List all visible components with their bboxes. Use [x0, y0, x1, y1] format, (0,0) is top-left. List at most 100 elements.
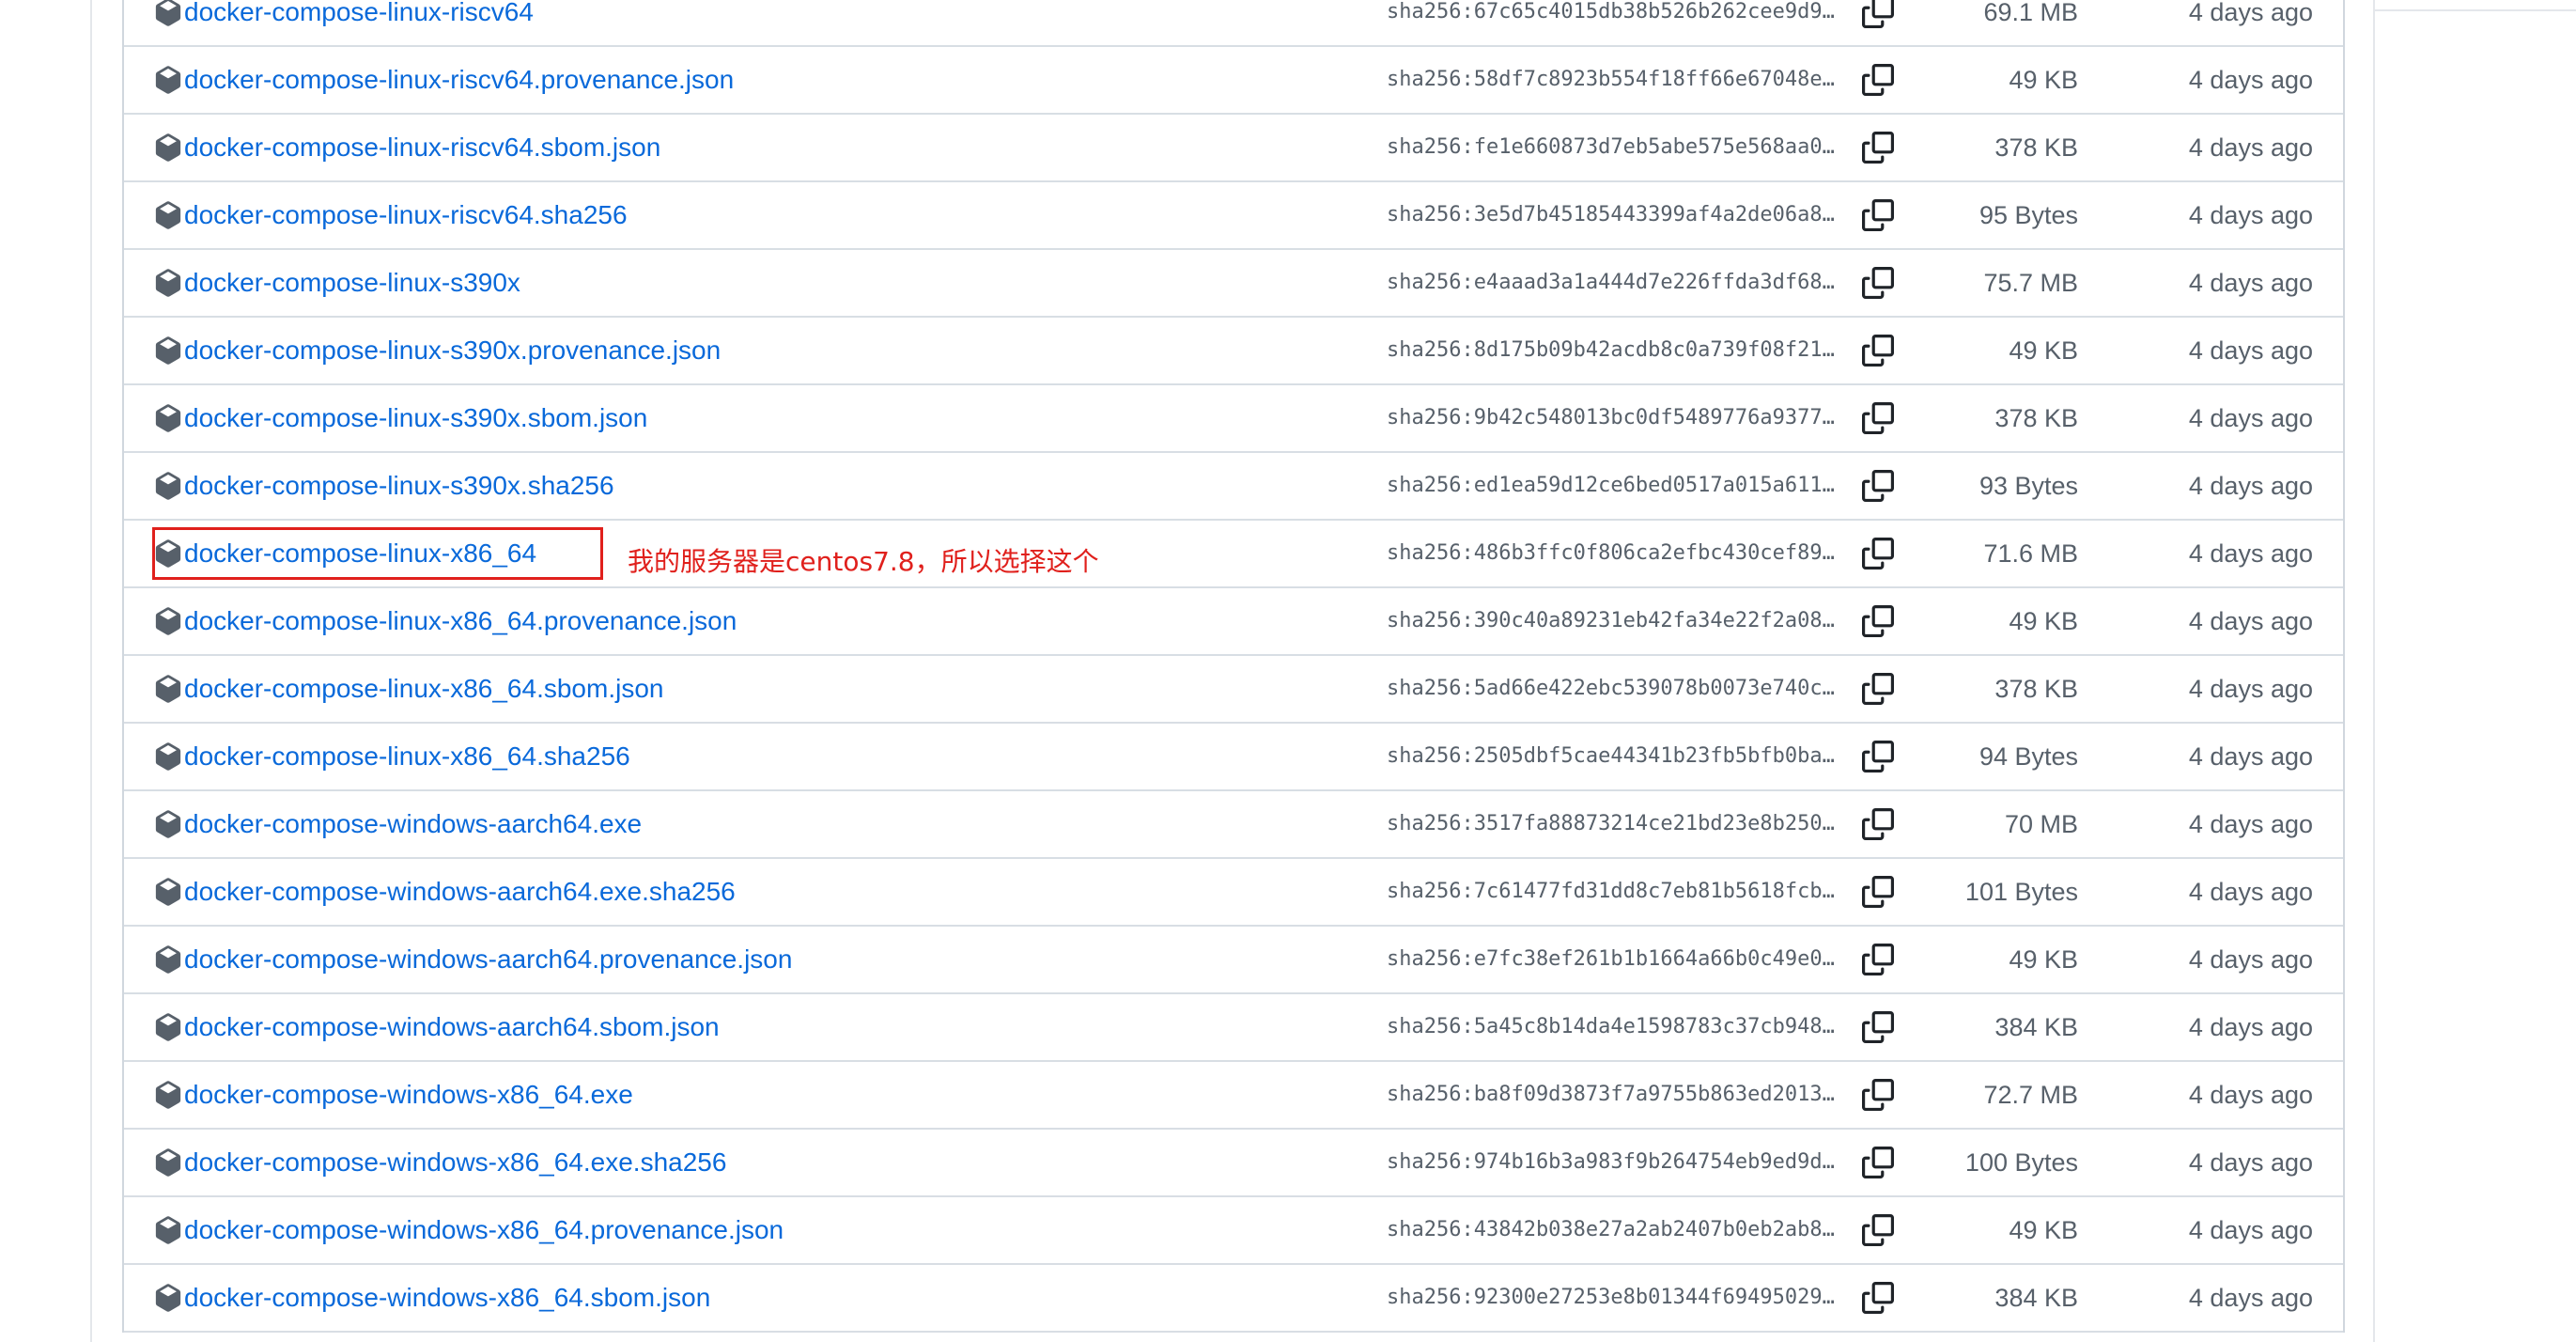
asset-digest: sha256:9b42c548013bc0df5489776a9377f... [1387, 406, 1847, 429]
copy-digest-button[interactable] [1862, 267, 1894, 299]
asset-row: docker-compose-windows-aarch64.exe.sha25… [124, 859, 2343, 927]
asset-date: 4 days ago [2188, 201, 2313, 229]
package-icon [155, 607, 181, 635]
copy-digest-button[interactable] [1862, 1214, 1894, 1246]
asset-link[interactable]: docker-compose-linux-riscv64.sha256 [154, 182, 628, 248]
asset-link[interactable]: docker-compose-linux-s390x.sbom.json [154, 385, 647, 451]
copy-digest-button[interactable] [1862, 64, 1894, 96]
copy-digest-button[interactable] [1862, 741, 1894, 772]
copy-digest-button[interactable] [1862, 470, 1894, 502]
copy-icon [1862, 673, 1894, 705]
asset-link[interactable]: docker-compose-linux-riscv64.sbom.json [154, 115, 660, 180]
copy-digest-button[interactable] [1862, 1147, 1894, 1178]
asset-link[interactable]: docker-compose-linux-s390x.provenance.js… [154, 318, 721, 383]
asset-link[interactable]: docker-compose-linux-x86_64 [154, 521, 536, 586]
asset-row: docker-compose-windows-x86_64.exe.sha256… [124, 1130, 2343, 1197]
copy-icon [1862, 1011, 1894, 1043]
asset-date: 4 days ago [2188, 1148, 2313, 1177]
asset-size: 95 Bytes [1979, 201, 2078, 229]
copy-icon [1862, 1147, 1894, 1178]
package-icon [155, 1284, 181, 1312]
asset-link[interactable]: docker-compose-linux-riscv64 [154, 0, 534, 45]
asset-link[interactable]: docker-compose-windows-aarch64.provenanc… [154, 927, 792, 992]
copy-digest-button[interactable] [1862, 944, 1894, 975]
package-icon [155, 810, 181, 838]
release-assets-list: docker-compose-linux-riscv64 sha256:67c6… [122, 0, 2345, 1333]
copy-digest-button[interactable] [1862, 808, 1894, 840]
asset-row: docker-compose-linux-s390x.sha256 sha256… [124, 453, 2343, 521]
asset-date: 4 days ago [2188, 1216, 2313, 1244]
asset-name: docker-compose-linux-s390x.sbom.json [184, 403, 648, 432]
asset-digest: sha256:67c65c4015db38b526b262cee9d98... [1387, 0, 1847, 23]
asset-row: docker-compose-linux-x86_64.provenance.j… [124, 588, 2343, 656]
asset-size: 94 Bytes [1979, 742, 2078, 771]
asset-date: 4 days ago [2188, 810, 2313, 838]
asset-link[interactable]: docker-compose-windows-aarch64.sbom.json [154, 994, 720, 1060]
asset-date: 4 days ago [2188, 742, 2313, 771]
asset-date: 4 days ago [2188, 945, 2313, 974]
copy-digest-button[interactable] [1862, 0, 1894, 28]
asset-row: docker-compose-linux-riscv64 sha256:67c6… [124, 0, 2343, 47]
asset-digest: sha256:5a45c8b14da4e1598783c37cb9487... [1387, 1015, 1847, 1038]
copy-digest-button[interactable] [1862, 402, 1894, 434]
copy-icon [1862, 0, 1894, 28]
copy-digest-button[interactable] [1862, 1011, 1894, 1043]
asset-date: 4 days ago [2188, 675, 2313, 703]
asset-name: docker-compose-windows-x86_64.exe.sha256 [184, 1147, 727, 1177]
asset-row: docker-compose-linux-riscv64.provenance.… [124, 47, 2343, 115]
asset-row: docker-compose-windows-aarch64.sbom.json… [124, 994, 2343, 1062]
asset-date: 4 days ago [2188, 1284, 2313, 1312]
asset-link[interactable]: docker-compose-linux-s390x [154, 250, 520, 316]
top-divider [2373, 9, 2576, 11]
asset-name: docker-compose-windows-aarch64.sbom.json [184, 1012, 720, 1041]
asset-date: 4 days ago [2188, 1081, 2313, 1109]
asset-name: docker-compose-windows-x86_64.provenance… [184, 1215, 784, 1244]
asset-name: docker-compose-windows-aarch64.provenanc… [184, 944, 793, 974]
asset-link[interactable]: docker-compose-linux-x86_64.sbom.json [154, 656, 663, 722]
asset-link[interactable]: docker-compose-linux-riscv64.provenance.… [154, 47, 734, 113]
asset-size: 378 KB [1994, 404, 2078, 432]
asset-link[interactable]: docker-compose-windows-x86_64.sbom.json [154, 1265, 710, 1331]
package-icon [155, 1216, 181, 1244]
asset-link[interactable]: docker-compose-linux-s390x.sha256 [154, 453, 614, 519]
asset-size: 49 KB [2009, 607, 2078, 635]
asset-digest: sha256:5ad66e422ebc539078b0073e740cc... [1387, 677, 1847, 700]
copy-digest-button[interactable] [1862, 538, 1894, 570]
copy-digest-button[interactable] [1862, 876, 1894, 908]
asset-digest: sha256:ba8f09d3873f7a9755b863ed2013a... [1387, 1083, 1847, 1106]
asset-digest: sha256:7c61477fd31dd8c7eb81b5618fcbe... [1387, 880, 1847, 903]
copy-digest-button[interactable] [1862, 605, 1894, 637]
copy-icon [1862, 402, 1894, 434]
copy-digest-button[interactable] [1862, 1282, 1894, 1314]
package-icon [155, 1148, 181, 1177]
copy-digest-button[interactable] [1862, 199, 1894, 231]
asset-row: docker-compose-linux-x86_64.sbom.json sh… [124, 656, 2343, 724]
asset-digest: sha256:3517fa88873214ce21bd23e8b2500... [1387, 812, 1847, 835]
asset-link[interactable]: docker-compose-windows-x86_64.provenance… [154, 1197, 784, 1263]
copy-icon [1862, 1214, 1894, 1246]
asset-date: 4 days ago [2188, 269, 2313, 297]
asset-link[interactable]: docker-compose-windows-aarch64.exe [154, 791, 642, 857]
asset-link[interactable]: docker-compose-linux-x86_64.sha256 [154, 724, 630, 789]
asset-link[interactable]: docker-compose-windows-aarch64.exe.sha25… [154, 859, 736, 925]
package-icon [155, 675, 181, 703]
asset-digest: sha256:58df7c8923b554f18ff66e67048ec... [1387, 68, 1847, 91]
package-icon [155, 269, 181, 297]
asset-digest: sha256:ed1ea59d12ce6bed0517a015a6117... [1387, 474, 1847, 497]
asset-row: docker-compose-linux-s390x sha256:e4aaad… [124, 250, 2343, 318]
copy-digest-button[interactable] [1862, 1079, 1894, 1111]
asset-link[interactable]: docker-compose-windows-x86_64.exe.sha256 [154, 1130, 726, 1195]
asset-date: 4 days ago [2188, 878, 2313, 906]
copy-digest-button[interactable] [1862, 132, 1894, 164]
asset-name: docker-compose-linux-riscv64.sha256 [184, 200, 628, 229]
package-icon [155, 66, 181, 94]
package-icon [155, 472, 181, 500]
copy-digest-button[interactable] [1862, 335, 1894, 367]
asset-row: docker-compose-windows-x86_64.sbom.json … [124, 1265, 2343, 1333]
copy-digest-button[interactable] [1862, 673, 1894, 705]
asset-link[interactable]: docker-compose-windows-x86_64.exe [154, 1062, 633, 1128]
asset-digest: sha256:92300e27253e8b01344f69495029c... [1387, 1286, 1847, 1309]
asset-link[interactable]: docker-compose-linux-x86_64.provenance.j… [154, 588, 737, 654]
asset-name: docker-compose-linux-s390x.provenance.js… [184, 336, 722, 365]
package-icon [155, 336, 181, 365]
